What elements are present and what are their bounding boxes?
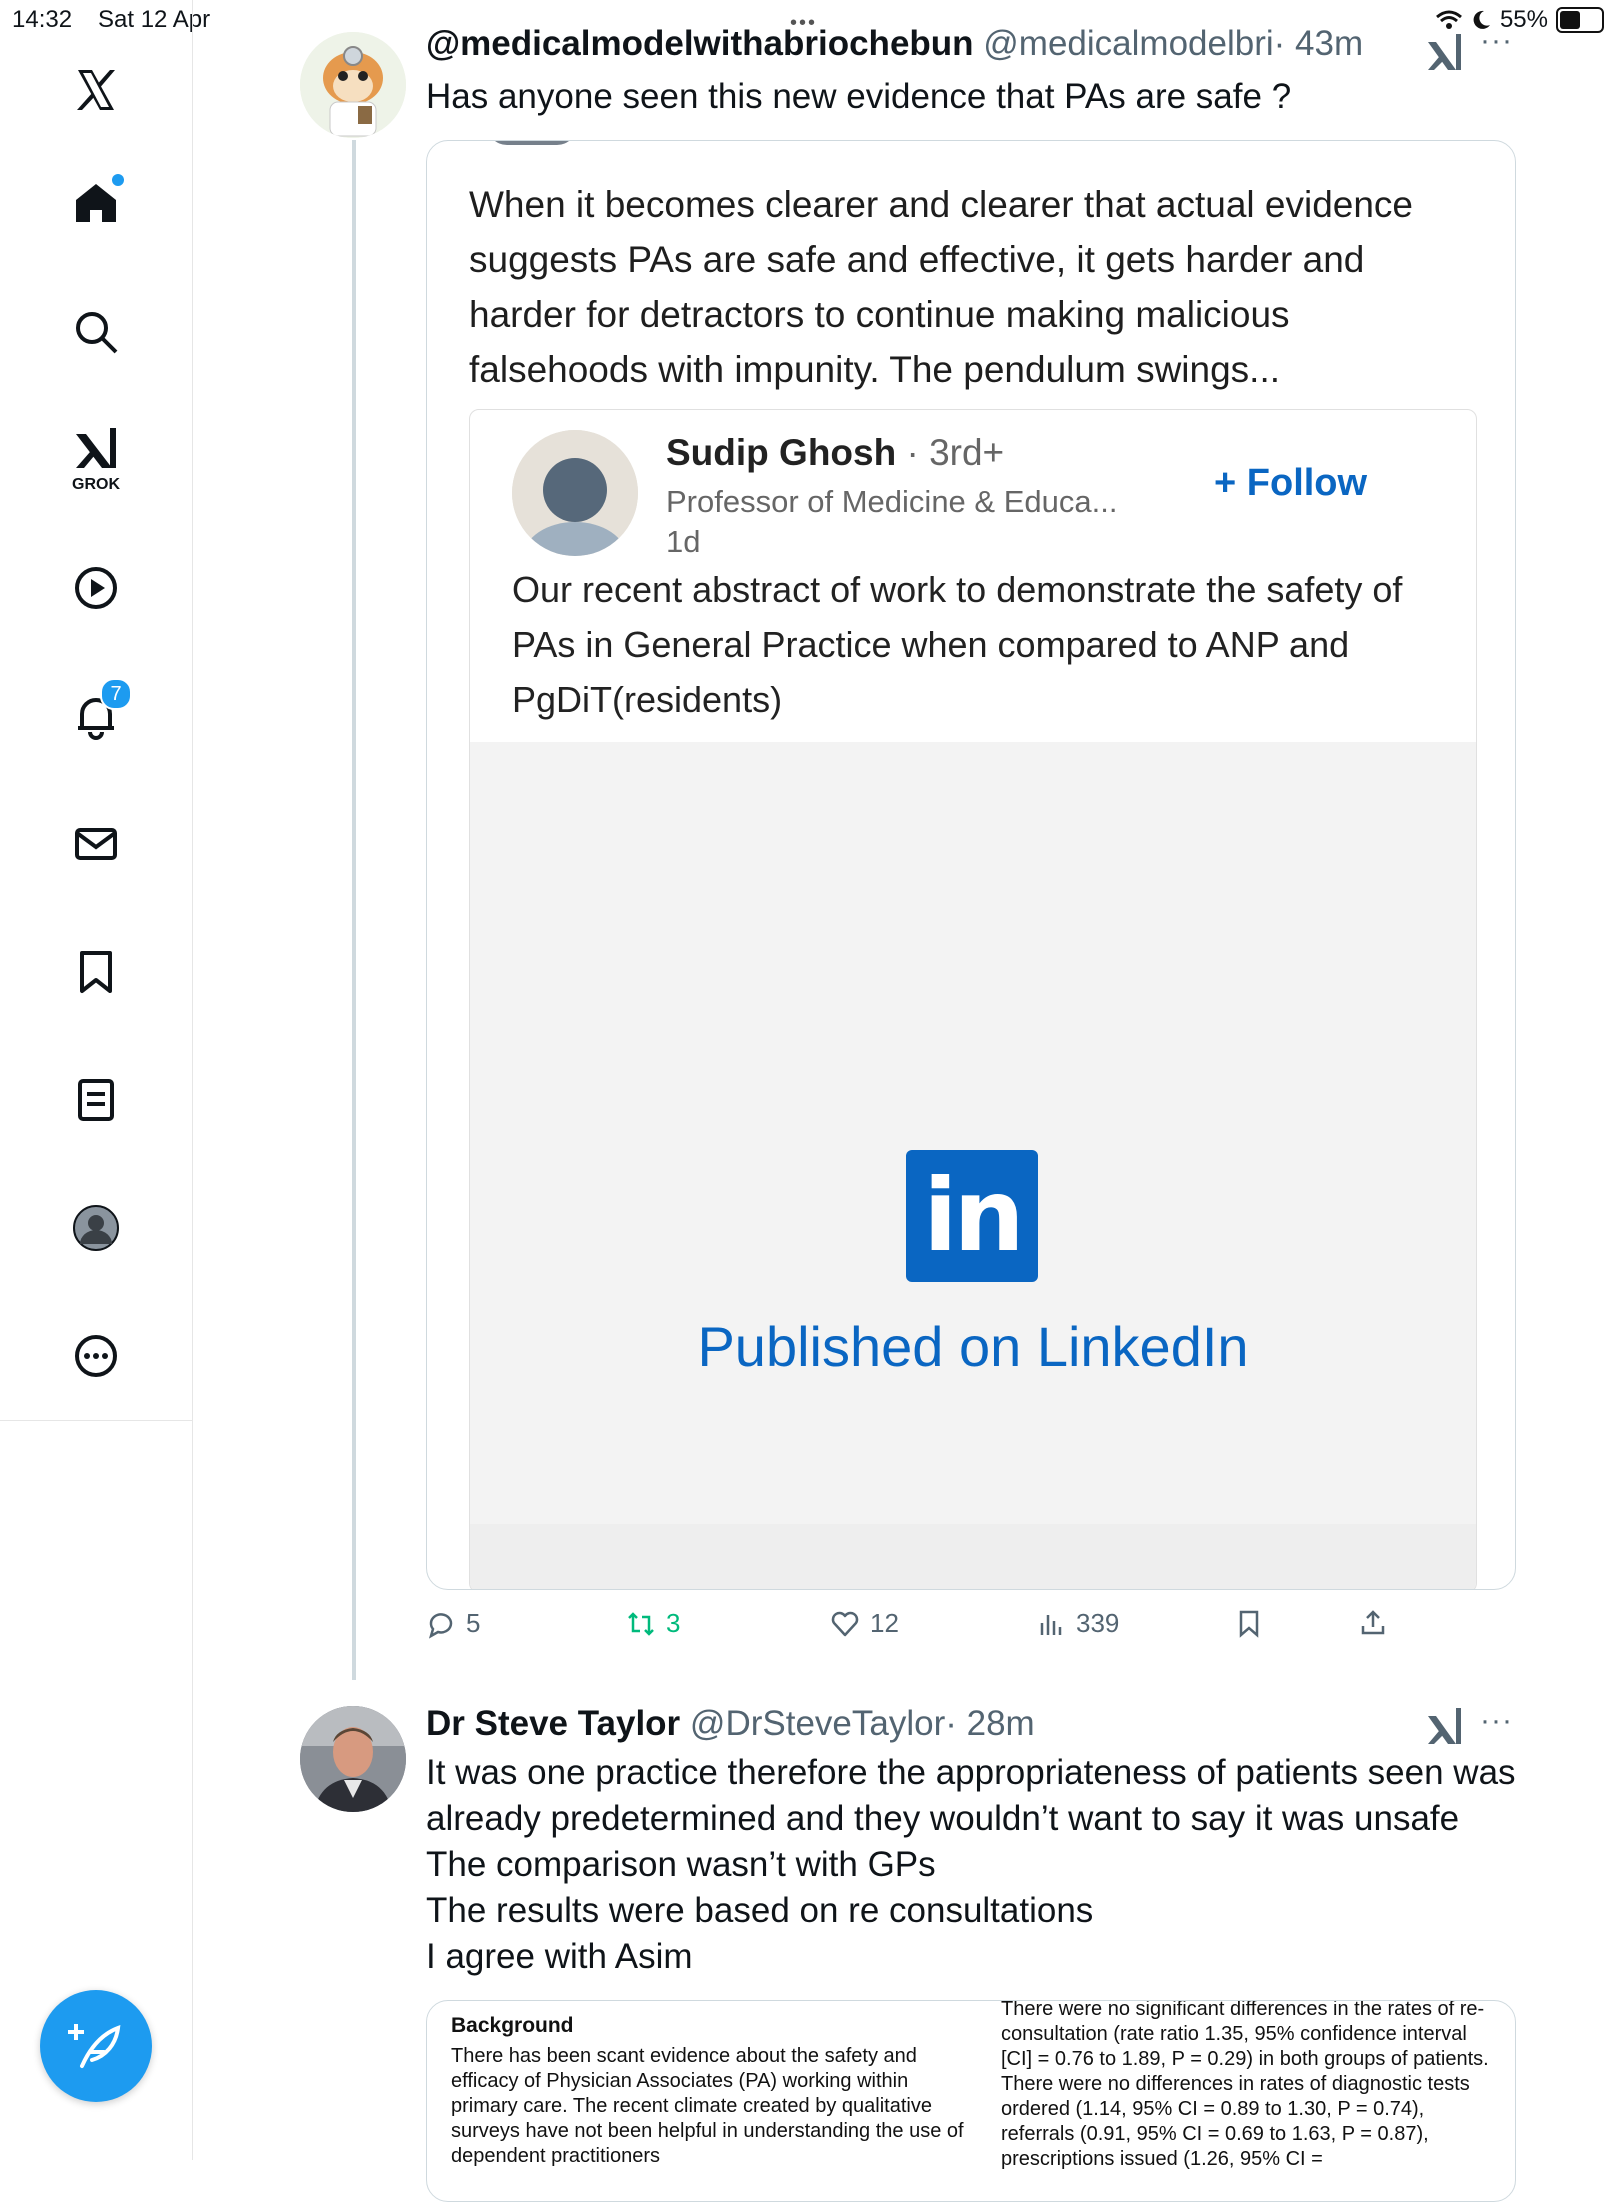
linkedin-headline: Professor of Medicine & Educa... [666,484,1118,519]
grok-icon [76,428,116,468]
author-handle[interactable]: @medicalmodelbri [983,24,1273,63]
sidebar-item-home[interactable] [48,154,144,250]
linkedin-image-area-bottom [470,1524,1476,1589]
bookmark-icon [1239,1610,1259,1638]
sidebar-divider [0,1420,192,1421]
linkedin-time: 1d [666,524,701,559]
bookmark-icon [80,951,112,993]
post-text-line: I agree with Asim [426,1937,693,1976]
status-indicators: 55% [1435,6,1604,34]
repost-icon [628,1611,654,1636]
post-text: Has anyone seen this new evidence that P… [426,77,1292,116]
linkedin-author-name: Sudip Ghosh [666,432,897,473]
post-text-line: The results were based on re consultatio… [426,1891,1094,1930]
mail-icon [75,828,117,860]
views-button[interactable]: 339 [1036,1608,1119,1639]
play-icon [75,567,117,609]
reply-icon [428,1612,453,1639]
attached-abstract-image[interactable]: Background There has been scant evidence… [426,2000,1516,2202]
linkedin-degree: · 3rd+ [906,432,1005,473]
sidebar-item-lists[interactable] [48,1052,144,1148]
grok-label: GROK [72,476,120,493]
home-icon [76,184,116,222]
author-name[interactable]: Dr Steve Taylor [426,1704,680,1743]
view-count: 339 [1076,1608,1120,1638]
views-chart-icon [1040,1614,1062,1635]
linkedin-body: Our recent abstract of work to demonstra… [512,569,1403,720]
author-name[interactable]: @medicalmodelwithabriochebun [426,24,974,63]
tweet-header: Dr Steve Taylor @DrSteveTaylor· 28m [426,1704,1035,1744]
sidebar-item-notifications[interactable]: 7 [48,668,144,764]
abstract-background-text: There has been scant evidence about the … [451,2045,964,2167]
x-logo-icon[interactable] [48,42,144,138]
sidebar-item-profile[interactable] [48,1180,144,1276]
sidebar-item-video[interactable] [48,540,144,636]
avatar[interactable] [300,1706,406,1812]
more-options-icon[interactable]: ··· [1480,24,1513,58]
like-button[interactable]: 12 [830,1608,899,1639]
sidebar-item-bookmarks[interactable] [48,924,144,1020]
steve-taylor-photo-avatar [300,1706,406,1812]
post-time[interactable]: · 43m [1274,24,1363,63]
hamster-doctor-avatar-icon [300,32,406,138]
cropped-avatar-fragment [487,141,577,145]
grok-explain-icon[interactable] [1426,1706,1466,1746]
more-circle-icon [75,1335,117,1377]
linkedin-follow-button: + Follow [1214,462,1367,505]
heart-icon [831,1611,859,1636]
author-handle[interactable]: @DrSteveTaylor [690,1704,945,1743]
repost-count: 3 [666,1608,681,1638]
published-on-linkedin: Published on LinkedIn [697,1315,1249,1378]
linkedin-image-area-top [470,742,1476,1022]
share-button[interactable] [1358,1608,1388,1638]
x-logo-glyph [77,70,115,110]
home-unread-dot [112,174,124,186]
sidebar-item-messages[interactable] [48,796,144,892]
quoted-linkedin-screenshot[interactable]: When it becomes clearer and clearer that… [426,140,1516,1590]
list-icon [78,1079,114,1121]
sidebar-item-grok[interactable]: GROK [48,410,144,506]
like-count: 12 [870,1608,899,1638]
profile-avatar-icon [73,1205,119,1251]
avatar[interactable] [300,32,406,138]
plus-icon: + [1214,462,1237,504]
repost-button[interactable]: 3 [626,1608,680,1639]
post-text-line: The comparison wasn’t with GPs [426,1845,936,1884]
abstract-results-text: There were no significant differences in… [1001,2000,1489,2170]
post-text: It was one practice therefore the approp… [426,1750,1586,1980]
sidebar-nav: GROK 7 [0,0,193,2160]
post-text-line: already predetermined and they wouldn’t … [426,1799,1460,1838]
follow-label: Follow [1246,462,1368,504]
bookmark-button[interactable] [1234,1608,1264,1638]
abstract-left-column: Background There has been scant evidence… [451,2013,971,2169]
battery-icon [1556,7,1604,33]
reply-count: 5 [466,1608,481,1638]
linkedin-avatar [512,430,638,556]
tweet-header: @medicalmodelwithabriochebun @medicalmod… [426,24,1363,64]
post-time[interactable]: · 28m [945,1704,1034,1743]
linkedin-author: Sudip Ghosh · 3rd+ [666,432,1004,474]
share-icon [1361,1610,1385,1635]
default-person-icon [512,430,638,556]
quoted-post-text: When it becomes clearer and clearer that… [469,184,1414,390]
abstract-heading: Background [451,2014,574,2037]
more-options-icon[interactable]: ··· [1480,1704,1513,1738]
wifi-icon [1435,10,1462,29]
search-icon [76,312,118,354]
linkedin-post-card: Sudip Ghosh · 3rd+ Professor of Medicine… [469,409,1477,1589]
sidebar-item-explore[interactable] [48,284,144,380]
post-actions: 5 3 12 339 [426,1608,1526,1652]
sidebar-item-more[interactable] [48,1308,144,1404]
grok-explain-icon[interactable] [1426,32,1466,72]
notifications-count-badge: 7 [100,678,132,710]
linkedin-logo-icon: in [906,1150,1038,1282]
compose-post-button[interactable] [40,1990,152,2102]
battery-level-fill [1560,11,1580,29]
compose-feather-icon [68,2024,121,2068]
post-text-line: It was one practice therefore the approp… [426,1753,1516,1792]
thread-connector-line [352,140,356,1680]
reply-button[interactable]: 5 [426,1608,480,1639]
